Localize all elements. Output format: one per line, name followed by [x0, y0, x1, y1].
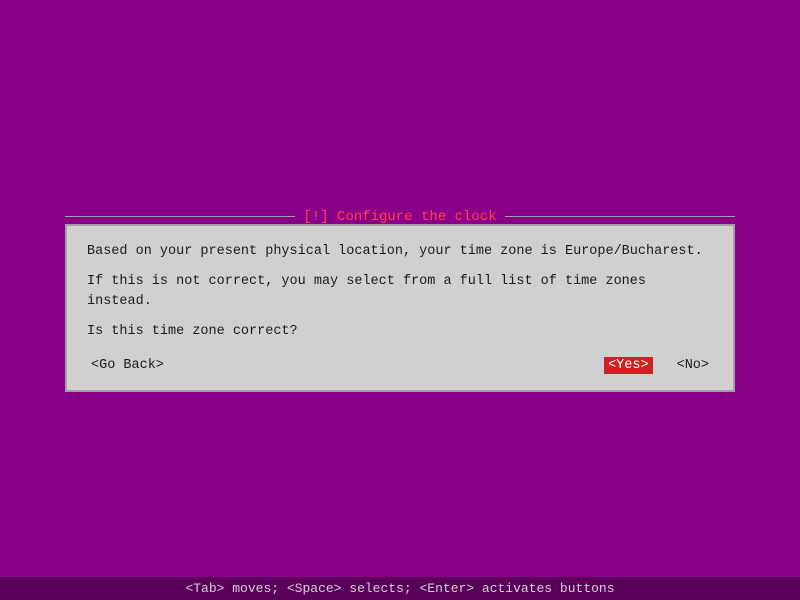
- status-bar-text: <Tab> moves; <Space> selects; <Enter> ac…: [185, 581, 614, 596]
- right-buttons: <Yes> <No>: [604, 357, 713, 374]
- status-bar: <Tab> moves; <Space> selects; <Enter> ac…: [0, 577, 800, 600]
- title-line-left: [65, 216, 295, 217]
- dialog-title: [!] Configure the clock: [295, 209, 504, 225]
- go-back-button[interactable]: <Go Back>: [87, 357, 168, 374]
- dialog-line1: Based on your present physical location,…: [87, 242, 713, 262]
- dialog-title-bar: [!] Configure the clock: [65, 209, 735, 225]
- title-line-right: [505, 216, 735, 217]
- no-button[interactable]: <No>: [673, 357, 713, 374]
- dialog-line3: Is this time zone correct?: [87, 322, 713, 342]
- dialog-box: Based on your present physical location,…: [65, 224, 735, 392]
- yes-button[interactable]: <Yes>: [604, 357, 653, 374]
- dialog-line2: If this is not correct, you may select f…: [87, 272, 713, 313]
- dialog-wrapper: [!] Configure the clock Based on your pr…: [65, 209, 735, 392]
- dialog-buttons: <Go Back> <Yes> <No>: [87, 357, 713, 374]
- dialog-content: Based on your present physical location,…: [87, 242, 713, 343]
